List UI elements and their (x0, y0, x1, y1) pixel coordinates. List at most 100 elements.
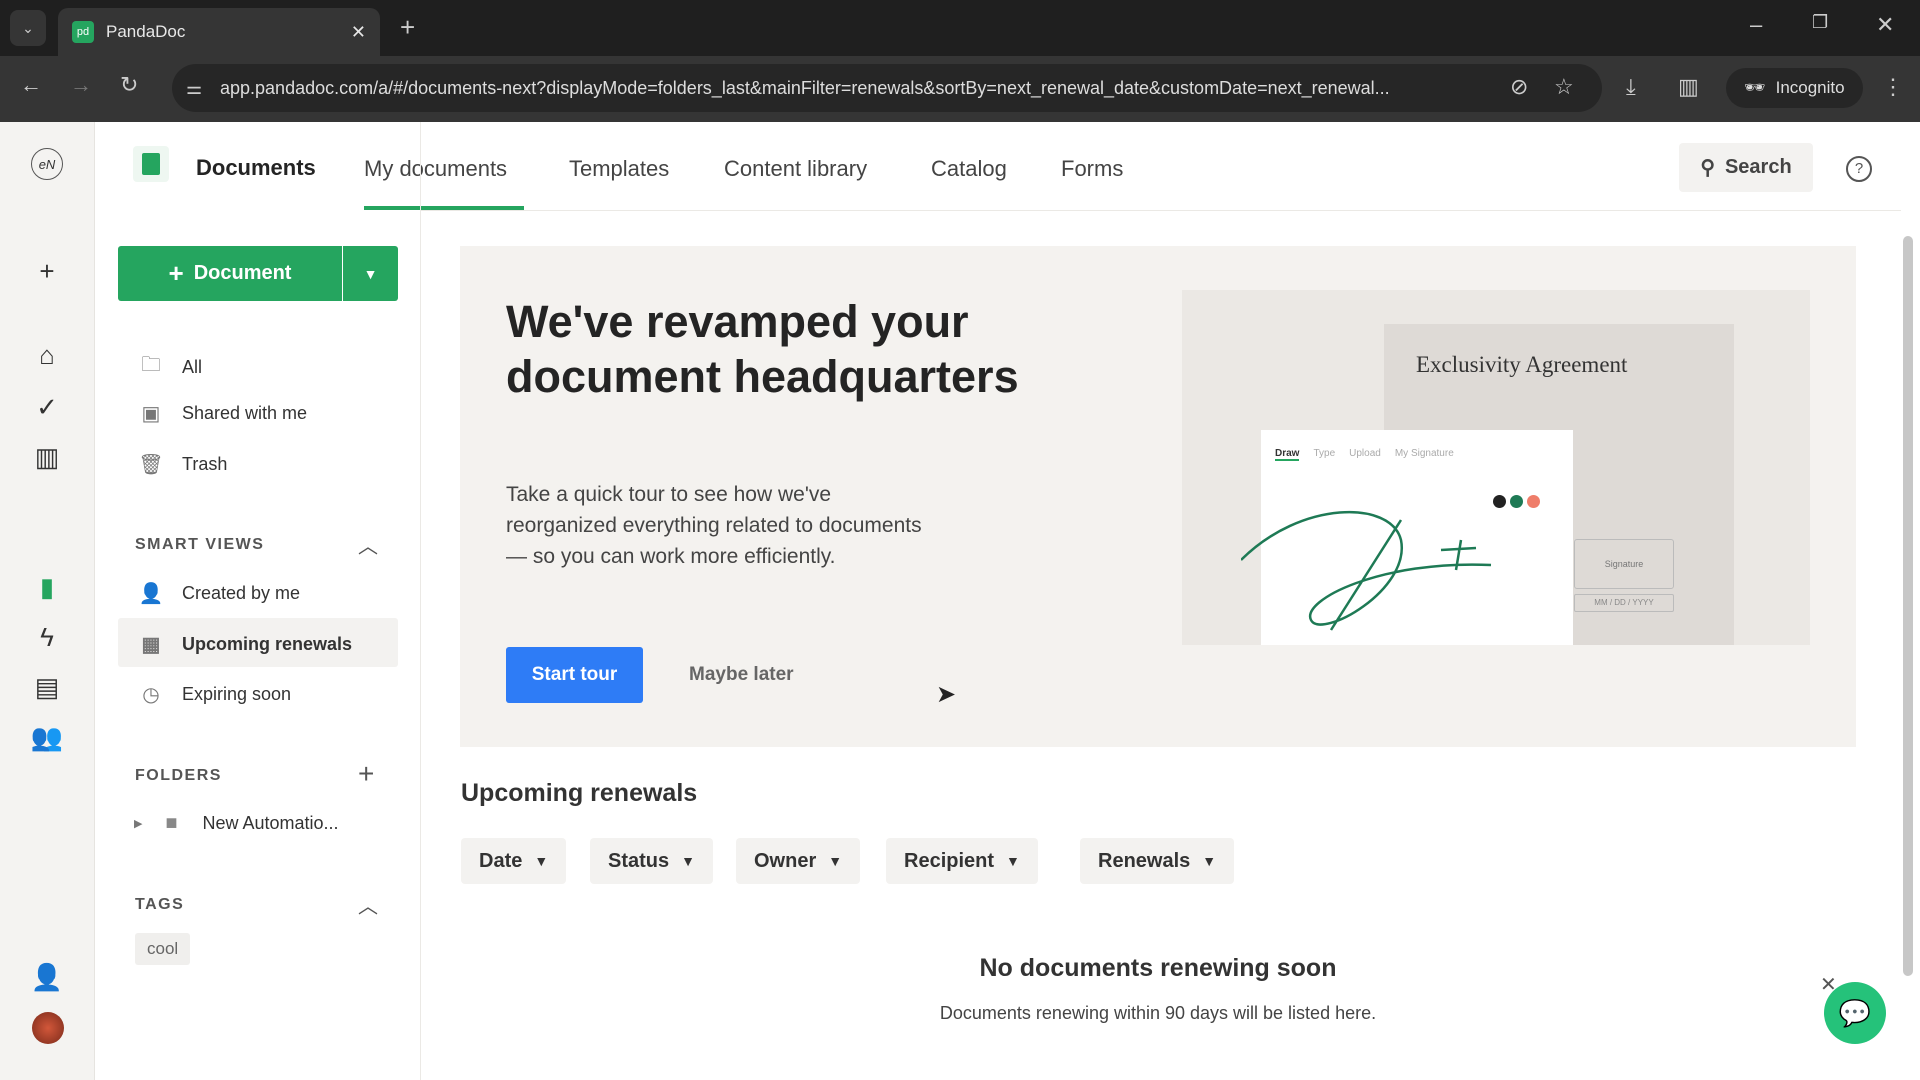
reports-chart-icon[interactable]: ▥ (28, 438, 66, 476)
plus-icon: + (168, 258, 184, 288)
banner-body: Take a quick tour to see how we've reorg… (506, 483, 922, 568)
item-label: Upcoming renewals (182, 634, 353, 654)
forward-icon[interactable]: → (70, 72, 92, 98)
draw-tab: Draw (1275, 448, 1300, 461)
item-label: Expiring soon (182, 684, 292, 704)
user-avatar[interactable] (32, 1012, 64, 1044)
back-icon[interactable]: ← (20, 72, 42, 98)
caret-down-icon: ▼ (1202, 853, 1217, 869)
search-icon: ⚲ (1700, 157, 1715, 179)
expand-caret-icon[interactable]: ▶ (134, 817, 142, 830)
caret-down-icon: ▼ (363, 265, 378, 282)
restore-icon[interactable]: ❐ (1812, 12, 1828, 33)
calendar-icon: ▦ (141, 634, 161, 656)
contacts-icon[interactable]: 👥 (28, 718, 66, 756)
download-icon[interactable]: ⤓ (1626, 74, 1636, 100)
folder-item[interactable]: ▶ ■ New Automatio... (134, 812, 339, 835)
minimize-icon[interactable]: – (1750, 12, 1762, 38)
tab-catalog[interactable]: Catalog (931, 156, 1007, 182)
tasks-check-icon[interactable]: ✓ (28, 388, 66, 426)
filter-label: Recipient (904, 849, 995, 872)
collapse-smart-views-icon[interactable]: ︿ (358, 530, 378, 559)
folder-icon: 🗀 (141, 354, 161, 376)
bookmark-star-icon[interactable]: ☆ (1554, 74, 1574, 100)
new-document-button[interactable]: + Document (118, 246, 342, 301)
catalog-icon[interactable]: ▤ (28, 668, 66, 706)
filter-label: Status (608, 849, 670, 872)
drawn-signature (1241, 510, 1492, 631)
incognito-badge[interactable]: 🕶 Incognito (1726, 68, 1863, 108)
add-folder-icon[interactable]: + (358, 758, 374, 790)
automation-bolt-icon[interactable]: ϟ (28, 618, 66, 656)
workspace-logo[interactable]: eN (31, 148, 63, 180)
search-button[interactable]: ⚲ Search (1679, 143, 1813, 192)
close-tab-icon[interactable]: ✕ (351, 22, 366, 43)
smart-view-expiring-soon[interactable]: ◷ Expiring soon (138, 682, 291, 707)
item-label: All (182, 356, 203, 377)
tab-list-button[interactable]: ⌄ (10, 10, 46, 46)
smart-view-created-by-me[interactable]: 👤 Created by me (138, 581, 301, 606)
type-tab: Type (1313, 448, 1336, 459)
smart-view-upcoming-renewals[interactable]: ▦ Upcoming renewals (138, 632, 353, 657)
filter-renewals[interactable]: Renewals ▼ (1080, 838, 1235, 884)
create-plus-icon[interactable]: + (28, 252, 66, 290)
date-field: MM / DD / YYYY (1574, 594, 1674, 612)
tag-chip[interactable]: cool (135, 933, 191, 965)
incognito-icon: 🕶 (1744, 78, 1766, 97)
reload-icon[interactable]: ↻ (120, 72, 138, 98)
filter-status[interactable]: Status ▼ (590, 838, 713, 884)
timer-icon: ◷ (142, 684, 160, 706)
banner-heading: We've revamped your document headquarter… (506, 296, 1019, 402)
start-tour-button[interactable]: Start tour (506, 647, 643, 703)
tour-illustration: Exclusivity Agreement Signature MM / DD … (1182, 290, 1810, 645)
close-window-icon[interactable]: ✕ (1876, 12, 1894, 38)
caret-down-icon: ▼ (681, 853, 695, 869)
agreement-title: Exclusivity Agreement (1416, 352, 1628, 377)
item-label: Created by me (182, 583, 301, 603)
signature-field: Signature (1574, 539, 1674, 589)
documents-icon[interactable]: ▮ (28, 568, 66, 606)
filter-owner[interactable]: Owner ▼ (736, 838, 861, 884)
url-input[interactable]: ⚌ app.pandadoc.com/a/#/documents-next?dis… (172, 64, 1602, 112)
browser-tab-bar: ⌄ pd PandaDoc ✕ + – ❐ ✕ (0, 0, 1920, 56)
tab-forms[interactable]: Forms (1061, 156, 1123, 182)
tab-templates[interactable]: Templates (569, 156, 669, 182)
tab-content-library[interactable]: Content library (724, 156, 867, 182)
new-document-dropdown-button[interactable]: ▼ (343, 246, 398, 301)
collapse-tags-icon[interactable]: ︿ (358, 890, 378, 919)
tags-heading: TAGS (135, 896, 185, 913)
caret-down-icon: ▼ (1006, 853, 1020, 869)
sidebar-item-all[interactable]: 🗀 All (138, 350, 202, 384)
header-divider (421, 210, 1901, 211)
side-panel-icon[interactable]: ▥ (1678, 74, 1699, 100)
upload-tab: Upload (1349, 448, 1381, 459)
browser-tab[interactable]: pd PandaDoc ✕ (58, 8, 380, 56)
smart-views-heading: SMART VIEWS (135, 536, 265, 553)
sidebar-item-shared[interactable]: ▣ Shared with me (138, 401, 308, 426)
item-label: Shared with me (182, 403, 308, 423)
filter-label: Date (479, 849, 523, 872)
new-tab-icon[interactable]: + (400, 12, 415, 43)
pandadoc-favicon: pd (72, 21, 94, 43)
eye-off-icon[interactable]: ⊘ (1510, 74, 1528, 100)
signature-tabs: Draw Type Upload My Signature (1275, 448, 1454, 461)
scrollbar[interactable] (1900, 222, 1916, 1080)
filter-date[interactable]: Date ▼ (461, 838, 567, 884)
search-label: Search (1724, 156, 1792, 178)
browser-menu-icon[interactable]: ⋮ (1882, 74, 1904, 100)
incognito-label: Incognito (1775, 78, 1845, 97)
filter-recipient[interactable]: Recipient ▼ (886, 838, 1038, 884)
signature-pad: Draw Type Upload My Signature (1241, 430, 1573, 645)
sidebar-item-trash[interactable]: 🗑 Trash (138, 452, 227, 477)
filter-label: Owner (754, 849, 817, 872)
tab-title: PandaDoc (106, 22, 186, 41)
help-icon[interactable]: ? (1846, 156, 1872, 182)
invite-user-icon[interactable]: 👤 (28, 958, 66, 996)
chat-widget-button[interactable]: 💬 (1824, 982, 1886, 1044)
caret-down-icon: ▼ (828, 853, 843, 869)
maybe-later-button[interactable]: Maybe later (689, 664, 794, 686)
site-info-icon[interactable]: ⚌ (186, 78, 202, 99)
renewals-title: Upcoming renewals (461, 779, 698, 807)
folder-label: New Automatio... (202, 813, 339, 833)
home-icon[interactable]: ⌂ (28, 336, 66, 374)
